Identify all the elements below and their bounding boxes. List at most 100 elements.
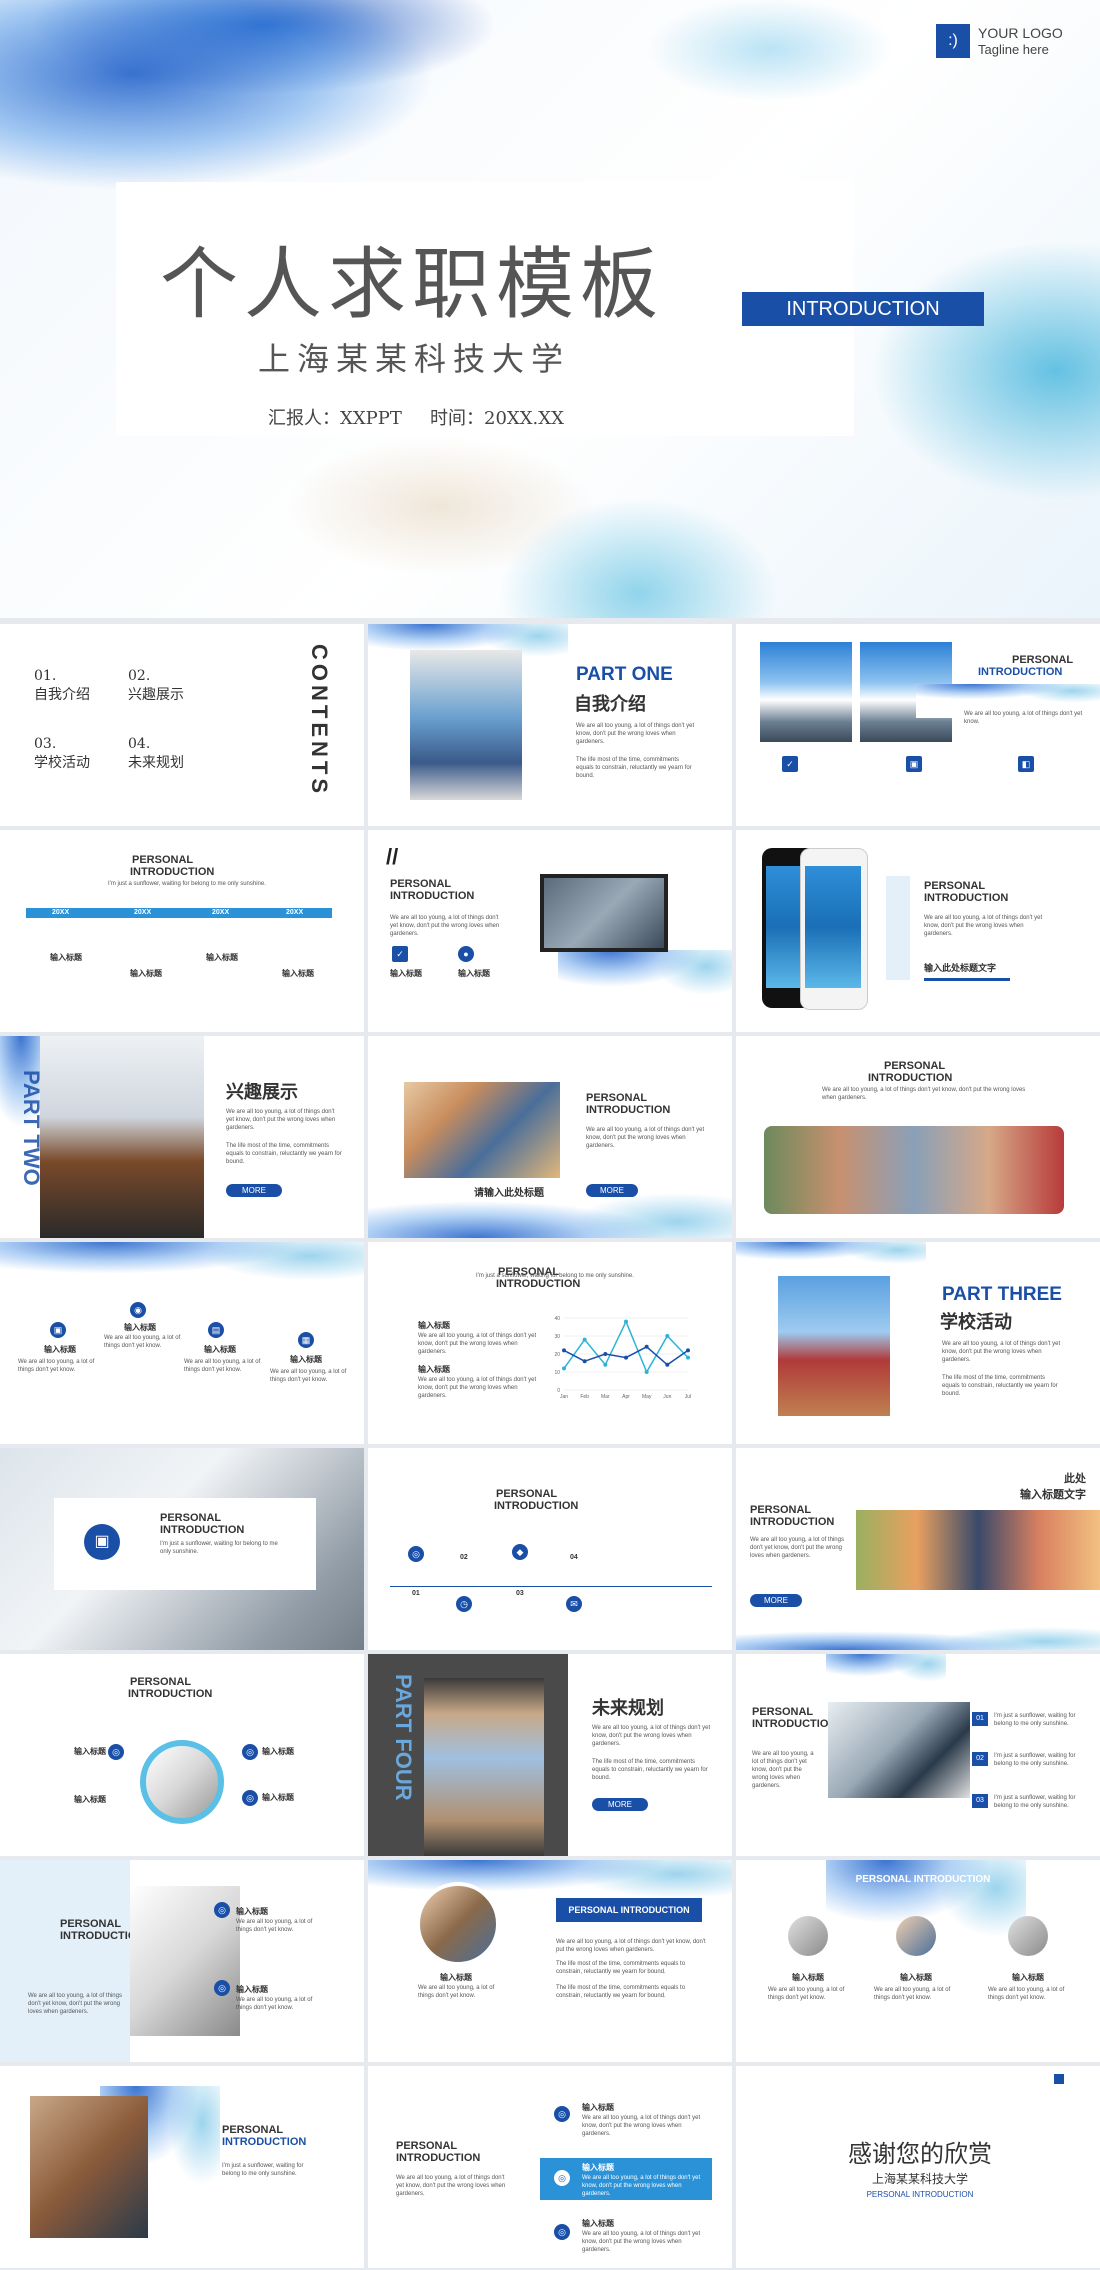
contents-item-2: 02. 兴趣展示 bbox=[128, 668, 184, 703]
timeline-heading-3: 输入标题 bbox=[206, 953, 238, 962]
circle-photo-1 bbox=[788, 1916, 828, 1956]
hands-icon-1: ◎ bbox=[214, 1902, 230, 1918]
slide-icons: ▣ ◉ ▤ ▦ 输入标题 输入标题 输入标题 输入标题 We are all t… bbox=[0, 1242, 364, 1444]
step-icon-2: ◷ bbox=[456, 1596, 472, 1612]
icon-3: ◧ bbox=[1018, 756, 1034, 772]
line-chart: 403020100Jan Feb Mar Apr May Jun Jul bbox=[554, 1316, 691, 1400]
chart-heading-2: 输入标题 bbox=[418, 1365, 450, 1374]
circles-heading-2: 输入标题 bbox=[900, 1973, 932, 1982]
phone-2-screen bbox=[805, 866, 861, 988]
group-more-button[interactable]: MORE bbox=[586, 1184, 638, 1197]
timeline-year-1: 20XX bbox=[52, 909, 70, 916]
intro-text-3: The life most of the time, commitments e… bbox=[556, 1985, 686, 1999]
output-title: 此处 输入标题文字 bbox=[1020, 1473, 1086, 1501]
steps-title-1: PERSONAL bbox=[496, 1488, 558, 1500]
hands-text: We are all too young, a lot of things do… bbox=[28, 1993, 122, 2015]
hands-title-1: PERSONAL bbox=[60, 1918, 122, 1930]
slide-runners: 此处 输入标题文字 PERSONAL INTRODUCTION We are a… bbox=[736, 1448, 1100, 1650]
highlight-icon-2: ◎ bbox=[554, 2170, 570, 2186]
cover-time: 时间：20XX.XX bbox=[430, 408, 564, 429]
quote-mark: // bbox=[386, 844, 399, 869]
office-icon: ▣ bbox=[84, 1524, 120, 1560]
timeline-heading-2: 输入标题 bbox=[130, 969, 162, 978]
rope-photo bbox=[30, 2096, 148, 2238]
step-num-4: 04 bbox=[570, 1554, 578, 1561]
circle-icon-1: ◎ bbox=[108, 1744, 124, 1760]
man-photo bbox=[424, 1678, 544, 1856]
chart-heading-1: 输入标题 bbox=[418, 1321, 450, 1330]
mountain-photo-1 bbox=[760, 642, 852, 742]
intro-text-1: We are all too young, a lot of things do… bbox=[556, 1939, 706, 1953]
icon-check: ✓ bbox=[392, 946, 408, 962]
y-tick-label: 10 bbox=[554, 1370, 560, 1376]
data-point bbox=[562, 1348, 566, 1353]
cover-university: 上海某某科技大学 bbox=[258, 340, 571, 378]
contents-label: CONTENTS bbox=[307, 644, 332, 797]
sports-photo bbox=[764, 1126, 1064, 1214]
highlight-item-3: We are all too young, a lot of things do… bbox=[582, 2231, 701, 2253]
circles-text-2: We are all too young, a lot of things do… bbox=[874, 1987, 951, 2001]
cover-intro-label: INTRODUCTION bbox=[742, 292, 984, 326]
slide-numbered: PERSONAL INTRODUCTION We are all too you… bbox=[736, 1654, 1100, 1856]
x-tick-label: Apr bbox=[622, 1394, 630, 1400]
sports-title-2: INTRODUCTION bbox=[868, 1072, 953, 1084]
handshake-title-2: INTRODUCTION bbox=[128, 1688, 213, 1700]
part-one-label: PART ONE bbox=[576, 664, 673, 685]
runners-title-1: PERSONAL bbox=[750, 1504, 812, 1516]
slide-hands: PERSONAL INTRODUCTION We are all too you… bbox=[0, 1860, 364, 2062]
group-caption: 请输入此处标题 bbox=[474, 1188, 544, 1199]
chart-text-2: We are all too young, a lot of things do… bbox=[418, 1377, 537, 1399]
y-tick-label: 20 bbox=[554, 1352, 560, 1358]
highlight-heading-3: 输入标题 bbox=[582, 2219, 614, 2228]
hands-short-2: We are all too young, a lot of things do… bbox=[236, 1997, 313, 2011]
hands-short-1: We are all too young, a lot of things do… bbox=[236, 1919, 313, 1933]
intro-heading: 输入标题 bbox=[440, 1973, 472, 1982]
cover-reporter: 汇报人：XXPPT bbox=[268, 408, 402, 429]
circles-heading-3: 输入标题 bbox=[1012, 1973, 1044, 1982]
icon-heading-3: 输入标题 bbox=[204, 1345, 236, 1354]
num-3: 03 bbox=[972, 1794, 988, 1808]
circle-heading-3: 输入标题 bbox=[74, 1795, 106, 1804]
steps-title-2: INTRODUCTION bbox=[494, 1500, 579, 1512]
phone-title-1: PERSONAL bbox=[924, 880, 986, 892]
laptop-heading-2: 输入标题 bbox=[458, 969, 490, 978]
slide-chart: PERSONAL INTRODUCTION I'm just a sunflow… bbox=[368, 1242, 732, 1444]
logo-icon: :) bbox=[936, 24, 970, 58]
slide-laptop: // PERSONAL INTRODUCTION We are all too … bbox=[368, 830, 732, 1032]
highlight-text: We are all too young, a lot of things do… bbox=[396, 2175, 506, 2197]
highlight-item-1: We are all too young, a lot of things do… bbox=[582, 2115, 701, 2137]
logo-tagline: Tagline here bbox=[978, 42, 1049, 57]
hobby-more-button[interactable]: MORE bbox=[226, 1184, 282, 1197]
group-photo bbox=[404, 1082, 560, 1178]
office-text: I'm just a sunflower, waiting for belong… bbox=[160, 1541, 278, 1555]
data-point bbox=[582, 1359, 587, 1364]
step-num-3: 03 bbox=[516, 1590, 524, 1597]
icon-group: ● bbox=[458, 946, 474, 962]
icon-text-3: We are all too young, a lot of things do… bbox=[184, 1359, 261, 1373]
part-four-title: 未来规划 bbox=[592, 1698, 664, 1718]
runners-more-button[interactable]: MORE bbox=[750, 1594, 802, 1607]
part-four-more-button[interactable]: MORE bbox=[592, 1798, 648, 1811]
numbered-text: We are all too young, a lot of things do… bbox=[752, 1751, 814, 1789]
thanks-university: 上海某某科技大学 bbox=[871, 2172, 968, 2186]
timeline-heading-4: 输入标题 bbox=[282, 969, 314, 978]
laptop-text: We are all too young, a lot of things do… bbox=[390, 915, 500, 937]
slide-three-circles: PERSONAL INTRODUCTION 输入标题 输入标题 输入标题 We … bbox=[736, 1860, 1100, 2062]
group-title-1: PERSONAL bbox=[586, 1092, 648, 1104]
part-four-text2: The life most of the time, commitments e… bbox=[592, 1759, 708, 1781]
circle-photo-3 bbox=[1008, 1916, 1048, 1956]
monitor-image bbox=[540, 874, 668, 952]
part-three-label: PART THREE bbox=[942, 1284, 1062, 1305]
rope-title-1: PERSONAL bbox=[222, 2124, 284, 2136]
sports-text: We are all too young, a lot of things do… bbox=[822, 1087, 1026, 1101]
timeline-year-2: 20XX bbox=[134, 909, 152, 916]
slide-rope: PERSONAL INTRODUCTION I'm just a sunflow… bbox=[0, 2066, 364, 2268]
icon-a: ▣ bbox=[50, 1322, 66, 1338]
circle-icon-2: ◎ bbox=[242, 1744, 258, 1760]
handshake-circle bbox=[140, 1740, 224, 1824]
office-title-2: INTRODUCTION bbox=[160, 1524, 245, 1536]
steps-line bbox=[390, 1586, 712, 1587]
slide-thanks: 感谢您的欣赏 上海某某科技大学 PERSONAL INTRODUCTION bbox=[736, 2066, 1100, 2268]
circle-icon-3: ◎ bbox=[242, 1790, 258, 1806]
highlight-icon-1: ◎ bbox=[554, 2106, 570, 2122]
